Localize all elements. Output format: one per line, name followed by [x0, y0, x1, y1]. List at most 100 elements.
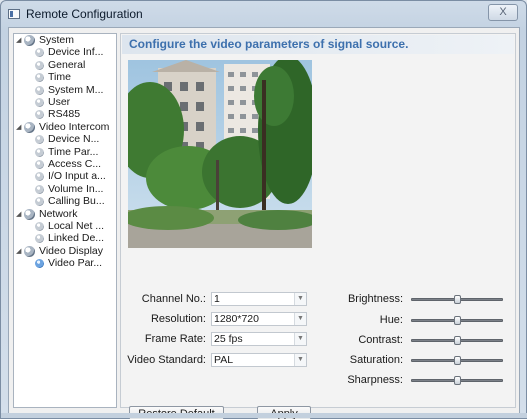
tree-item-label: Volume In... — [48, 182, 104, 195]
resolution-select[interactable]: 1280*720 ▼ — [211, 312, 307, 326]
chevron-down-icon[interactable]: ▼ — [294, 333, 306, 345]
tree-item-label: Calling Bu... — [48, 195, 105, 208]
slider-saturation[interactable] — [411, 356, 503, 365]
expand-triangle-icon[interactable]: ◢ — [16, 121, 21, 134]
bullet-node-icon — [35, 147, 44, 157]
tree-item-label: Video Par... — [48, 257, 103, 270]
tree-item-label: General — [48, 58, 86, 71]
bullet-node-icon — [35, 160, 44, 169]
tree-item-device-inf[interactable]: Device Inf... — [14, 46, 116, 59]
chevron-down-icon[interactable]: ▼ — [294, 293, 306, 305]
expand-triangle-icon[interactable]: ◢ — [16, 245, 21, 258]
bullet-node-icon — [35, 48, 44, 58]
channel-select[interactable]: 1 ▼ — [211, 292, 307, 306]
chevron-down-icon[interactable]: ▼ — [294, 354, 306, 366]
tree-item-system-m[interactable]: System M... — [14, 84, 116, 97]
tree-item-label: RS485 — [48, 108, 81, 121]
tree-item-label: Linked De... — [48, 232, 105, 245]
close-button[interactable]: X — [488, 4, 518, 21]
gear-node-icon — [24, 208, 35, 220]
video-preview — [128, 60, 312, 248]
tree-group-label: System — [39, 34, 75, 46]
tree-group-video-intercom[interactable]: ◢ Video Intercom — [14, 121, 116, 134]
title-bar[interactable]: Remote Configuration X — [1, 1, 526, 27]
bullet-node-icon — [35, 259, 44, 269]
slider-label-hue: Hue: — [379, 314, 403, 326]
bullet-node-icon — [35, 172, 44, 182]
gear-node-icon — [24, 245, 35, 257]
client-area: ◢ System Device Inf... General Time System M.… — [8, 27, 520, 419]
video-standard-label: Video Standard: — [127, 354, 206, 366]
tree-item-general[interactable]: General — [14, 59, 116, 72]
frame-rate-label: Frame Rate: — [144, 333, 206, 345]
slider-thumb[interactable] — [454, 336, 461, 345]
frame-rate-select[interactable]: 25 fps ▼ — [211, 332, 307, 346]
app-icon — [8, 9, 20, 19]
tree-group-system[interactable]: ◢ System — [14, 34, 116, 47]
tree-group-video-display[interactable]: ◢ Video Display — [14, 245, 116, 258]
slider-sharpness[interactable] — [411, 376, 503, 385]
tree-item-label: Local Net ... — [48, 220, 105, 232]
slider-brightness[interactable] — [411, 295, 503, 304]
tree-item-label: Device N... — [48, 133, 100, 146]
navigation-tree[interactable]: ◢ System Device Inf... General Time System M.… — [13, 33, 117, 408]
resolution-label: Resolution: — [150, 313, 206, 325]
window-title: Remote Configuration — [26, 7, 143, 21]
bullet-node-icon — [35, 184, 44, 194]
tree-group-label: Video Display — [39, 244, 104, 257]
slider-thumb[interactable] — [454, 356, 461, 365]
bullet-node-icon — [35, 197, 44, 207]
bullet-node-icon — [35, 110, 44, 120]
tree-item-label: Time Par... — [48, 145, 99, 158]
frame-rate-value: 25 fps — [214, 333, 243, 345]
channel-label: Channel No.: — [141, 293, 206, 305]
expand-triangle-icon[interactable]: ◢ — [16, 34, 21, 47]
preview-image — [128, 60, 312, 248]
bullet-node-icon — [35, 135, 44, 145]
tree-group-network[interactable]: ◢ Network — [14, 208, 116, 221]
video-parameters-panel: Configure the video parameters of signal… — [120, 33, 516, 419]
tree-group-label: Network — [39, 207, 78, 220]
tree-item-local-net[interactable]: Local Net ... — [14, 220, 116, 233]
slider-label-contrast: Contrast: — [358, 334, 403, 346]
slider-hue[interactable] — [411, 316, 503, 325]
video-standard-select[interactable]: PAL ▼ — [211, 353, 307, 367]
tree-item-label: Device Inf... — [48, 46, 104, 59]
tree-item-user[interactable]: User — [14, 96, 116, 109]
bullet-node-icon — [35, 234, 44, 244]
tree-item-rs485[interactable]: RS485 — [14, 108, 116, 121]
slider-thumb[interactable] — [454, 376, 461, 385]
tree-item-label: Time — [48, 71, 71, 84]
bullet-node-icon — [35, 98, 44, 107]
bullet-node-icon — [35, 85, 44, 95]
slider-label-brightness: Brightness: — [347, 293, 403, 305]
slider-label-sharpness: Sharpness: — [347, 374, 403, 386]
tree-item-calling-bu[interactable]: Calling Bu... — [14, 195, 116, 208]
gear-node-icon — [24, 35, 35, 46]
slider-thumb[interactable] — [454, 316, 461, 325]
tree-item-access-c[interactable]: Access C... — [14, 158, 116, 171]
tree-group-label: Video Intercom — [39, 120, 110, 133]
tree-item-label: User — [48, 96, 71, 108]
video-standard-value: PAL — [214, 354, 234, 366]
tree-item-device-n[interactable]: Device N... — [14, 133, 116, 146]
expand-triangle-icon[interactable]: ◢ — [16, 208, 21, 221]
tree-item-time[interactable]: Time — [14, 71, 116, 84]
tree-item-video-par[interactable]: Video Par... — [14, 257, 116, 270]
tree-item-linked-de[interactable]: Linked De... — [14, 232, 116, 245]
bullet-node-icon — [35, 222, 44, 231]
tree-item-time-par[interactable]: Time Par... — [14, 146, 116, 159]
window-bottom-edge — [1, 413, 527, 418]
slider-contrast[interactable] — [411, 336, 503, 345]
tree-item-volume-in[interactable]: Volume In... — [14, 183, 116, 196]
slider-label-saturation: Saturation: — [349, 354, 403, 366]
bullet-node-icon — [35, 60, 44, 70]
tree-item-label: System M... — [48, 83, 104, 96]
tree-item-label: I/O Input a... — [48, 170, 106, 183]
channel-value: 1 — [214, 293, 220, 305]
chevron-down-icon[interactable]: ▼ — [294, 313, 306, 325]
bullet-node-icon — [35, 73, 44, 83]
remote-configuration-window: Remote Configuration X ◢ System Device Inf… — [0, 0, 527, 419]
tree-item-i-o-input-a[interactable]: I/O Input a... — [14, 170, 116, 183]
slider-thumb[interactable] — [454, 295, 461, 304]
